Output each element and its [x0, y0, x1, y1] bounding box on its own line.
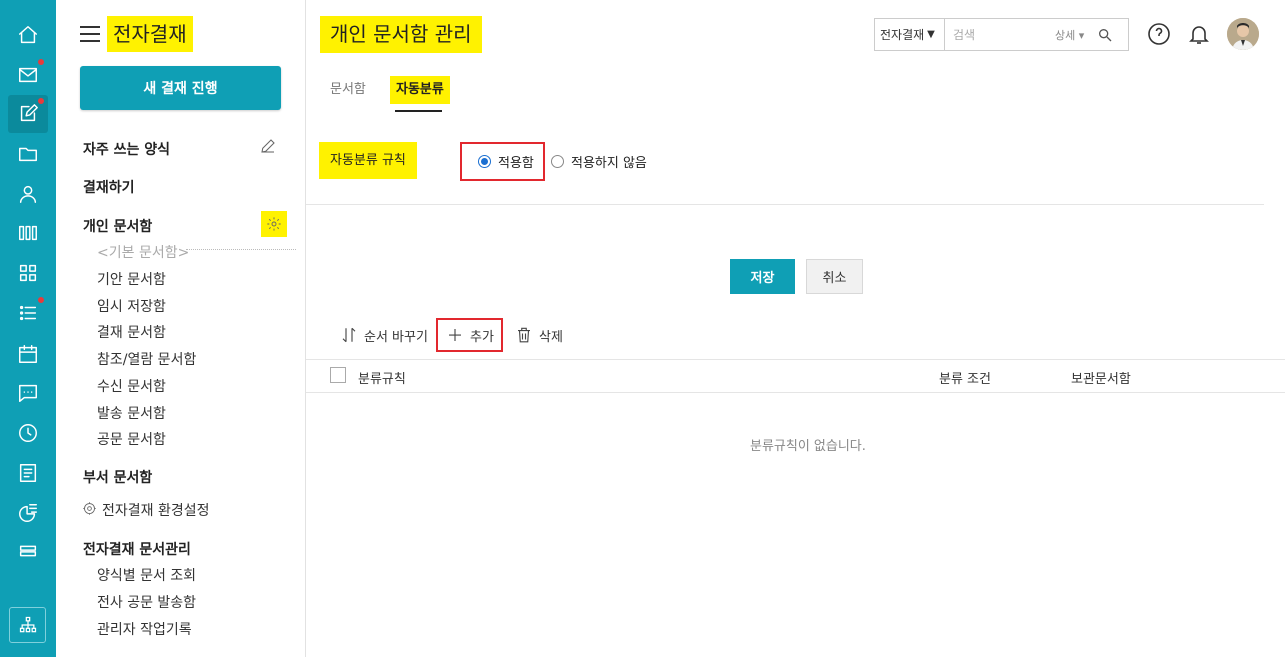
- avatar[interactable]: [1227, 18, 1259, 50]
- task-list-icon[interactable]: [8, 294, 48, 332]
- app-rail: [0, 0, 56, 657]
- column-header-condition[interactable]: 분류 조건: [939, 368, 991, 387]
- edit-pencil-icon[interactable]: [259, 137, 277, 155]
- search-scope-select[interactable]: 전자결재 ▼: [875, 19, 945, 50]
- delete-button[interactable]: 삭제: [515, 324, 563, 346]
- column-header-storage-box[interactable]: 보관문서함: [1071, 368, 1131, 387]
- sidebar-item-sent-box[interactable]: 발송 문서함: [97, 403, 166, 423]
- folder-icon[interactable]: [8, 135, 48, 173]
- sidebar-dept-box[interactable]: 부서 문서함: [83, 467, 152, 487]
- search-bar: 전자결재 ▼ 상세 ▾: [874, 18, 1129, 51]
- app-root: 전자결재 새 결재 진행 자주 쓰는 양식 결재하기 개인 문서함 <기본 문서…: [0, 0, 1285, 657]
- settings-gear-icon: [82, 501, 97, 516]
- board-icon[interactable]: [8, 454, 48, 492]
- sidebar-settings[interactable]: 전자결재 환경설정: [102, 500, 210, 520]
- delete-label: 삭제: [539, 329, 563, 345]
- radio-not-apply-label: 적용하지 않음: [571, 156, 647, 171]
- calendar-icon[interactable]: [8, 335, 48, 373]
- reorder-button[interactable]: 순서 바꾸기: [340, 324, 428, 346]
- new-approval-button[interactable]: 새 결재 진행: [80, 66, 281, 110]
- cancel-button[interactable]: 취소: [806, 259, 863, 294]
- menu-stack-icon[interactable]: [8, 532, 48, 570]
- radio-checked-icon: [478, 155, 491, 168]
- gear-icon[interactable]: [261, 211, 287, 237]
- help-icon[interactable]: [1147, 22, 1171, 46]
- add-label: 추가: [470, 329, 494, 345]
- sidebar-item-temp-box[interactable]: 임시 저장함: [97, 296, 166, 316]
- plus-icon: [449, 329, 461, 341]
- approval-icon[interactable]: [8, 95, 48, 133]
- radio-not-apply[interactable]: 적용하지 않음: [551, 152, 647, 171]
- sidebar-manage[interactable]: 전자결재 문서관리: [83, 539, 191, 559]
- sidebar-item-approval-box[interactable]: 결재 문서함: [97, 322, 166, 342]
- app-title: 전자결재: [107, 16, 193, 52]
- search-scope-label: 전자결재: [880, 28, 925, 42]
- notification-dot: [38, 59, 44, 65]
- tab-auto-classify[interactable]: 자동분류: [390, 76, 450, 104]
- search-icon[interactable]: [1097, 27, 1113, 43]
- trash-icon: [518, 327, 530, 343]
- add-button[interactable]: 추가: [446, 324, 494, 346]
- apps-grid-icon[interactable]: [8, 254, 48, 292]
- sidebar-item-company-official[interactable]: 전사 공문 발송함: [97, 592, 196, 612]
- sidebar-item-default-box[interactable]: <기본 문서함>: [97, 242, 189, 262]
- mail-icon[interactable]: [8, 56, 48, 94]
- active-tab-indicator: [395, 110, 442, 112]
- bell-icon[interactable]: [1187, 22, 1211, 46]
- radio-apply[interactable]: 적용함: [478, 152, 534, 171]
- sidebar-item-form-lookup[interactable]: 양식별 문서 조회: [97, 565, 196, 585]
- chevron-down-icon: ▼: [927, 29, 935, 40]
- sidebar-favorites[interactable]: 자주 쓰는 양식: [83, 139, 170, 159]
- notification-dot: [38, 297, 44, 303]
- column-header-rule[interactable]: 분류규칙: [358, 368, 406, 387]
- sort-arrows-icon: [342, 327, 356, 343]
- library-icon[interactable]: [8, 214, 48, 252]
- save-button[interactable]: 저장: [730, 259, 795, 294]
- select-all-checkbox[interactable]: [330, 367, 346, 383]
- tab-documents[interactable]: 문서함: [330, 76, 366, 112]
- report-chart-icon[interactable]: [8, 494, 48, 532]
- page-title: 개인 문서함 관리: [320, 16, 482, 53]
- clock-icon[interactable]: [8, 414, 48, 452]
- user-icon[interactable]: [8, 175, 48, 213]
- dotted-divider: [186, 249, 296, 250]
- notification-dot: [38, 98, 44, 104]
- home-icon[interactable]: [8, 16, 48, 54]
- sidebar-approve[interactable]: 결재하기: [83, 177, 135, 197]
- search-input[interactable]: [945, 19, 1055, 50]
- reorder-label: 순서 바꾸기: [364, 329, 428, 345]
- sidebar-personal-box[interactable]: 개인 문서함: [83, 216, 152, 236]
- org-chart-icon[interactable]: [9, 607, 46, 643]
- sidebar-item-reference-box[interactable]: 참조/열람 문서함: [97, 349, 196, 369]
- table-header-border: [306, 359, 1285, 360]
- divider: [306, 204, 1264, 205]
- radio-unchecked-icon: [551, 155, 564, 168]
- sidebar-item-official-box[interactable]: 공문 문서함: [97, 429, 166, 449]
- auto-classify-rule-label: 자동분류 규칙: [319, 142, 417, 179]
- sidebar-item-received-box[interactable]: 수신 문서함: [97, 376, 166, 396]
- sidebar-item-draft-box[interactable]: 기안 문서함: [97, 269, 166, 289]
- empty-table-message: 분류규칙이 없습니다.: [750, 439, 866, 454]
- sidebar-item-admin-log[interactable]: 관리자 작업기록: [97, 619, 192, 639]
- radio-apply-label: 적용함: [498, 156, 534, 171]
- hamburger-menu-icon[interactable]: [80, 26, 100, 42]
- search-detail-toggle[interactable]: 상세 ▾: [1055, 27, 1093, 43]
- sidebar: 전자결재 새 결재 진행 자주 쓰는 양식 결재하기 개인 문서함 <기본 문서…: [56, 0, 306, 657]
- chat-icon[interactable]: [8, 374, 48, 412]
- table-header-border: [306, 392, 1285, 393]
